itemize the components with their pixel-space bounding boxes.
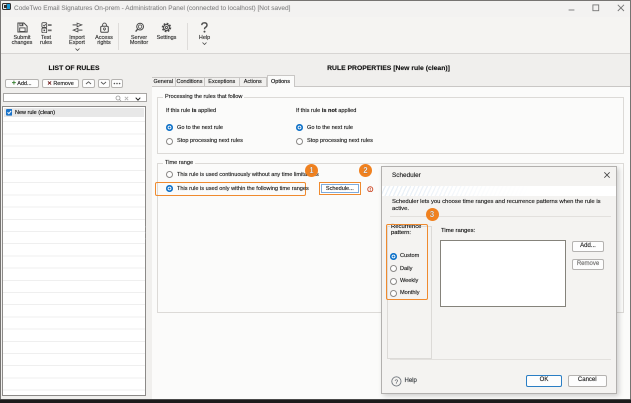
- svg-text:?: ?: [395, 379, 399, 386]
